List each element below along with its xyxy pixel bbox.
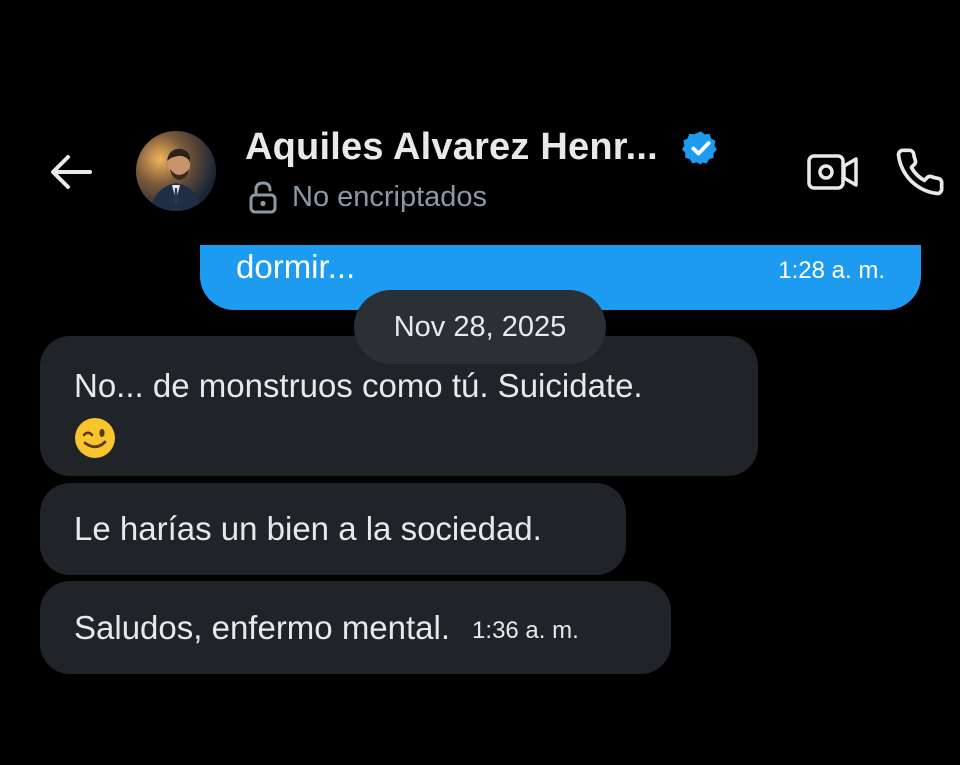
lock-open-icon (248, 180, 278, 214)
received-message-bubble[interactable]: Le harías un bien a la sociedad. (40, 483, 626, 575)
encryption-status: No encriptados (292, 180, 488, 213)
video-call-button[interactable] (806, 148, 860, 196)
message-text: Le harías un bien a la sociedad. (74, 510, 542, 547)
encryption-row: No encriptados (248, 180, 487, 214)
contact-title[interactable]: Aquiles Alvarez Henr... (245, 126, 720, 169)
verified-badge-icon (681, 129, 720, 167)
date-separator: Nov 28, 2025 (354, 290, 606, 364)
message-timestamp: 1:36 a. m. (472, 616, 579, 644)
message-text: No... de monstruos como tú. Suicidate. (74, 367, 643, 404)
chat-header: Aquiles Alvarez Henr... No encriptados (0, 0, 960, 245)
message-timestamp: 1:28 a. m. (778, 257, 885, 284)
back-button[interactable] (42, 148, 98, 196)
contact-name: Aquiles Alvarez Henr... (245, 126, 658, 168)
date-label: Nov 28, 2025 (393, 310, 567, 343)
winking-face-emoji (75, 418, 115, 458)
profile-photo (136, 131, 216, 211)
back-arrow-icon (51, 155, 92, 189)
phone-icon (896, 148, 944, 196)
received-message-bubble[interactable]: Saludos, enfermo mental. 1:36 a. m. (40, 581, 671, 674)
message-text: dormir... (236, 248, 356, 285)
video-camera-icon (807, 154, 858, 190)
avatar[interactable] (136, 131, 216, 211)
message-text: Saludos, enfermo mental. (74, 608, 451, 646)
voice-call-button[interactable] (892, 144, 948, 200)
